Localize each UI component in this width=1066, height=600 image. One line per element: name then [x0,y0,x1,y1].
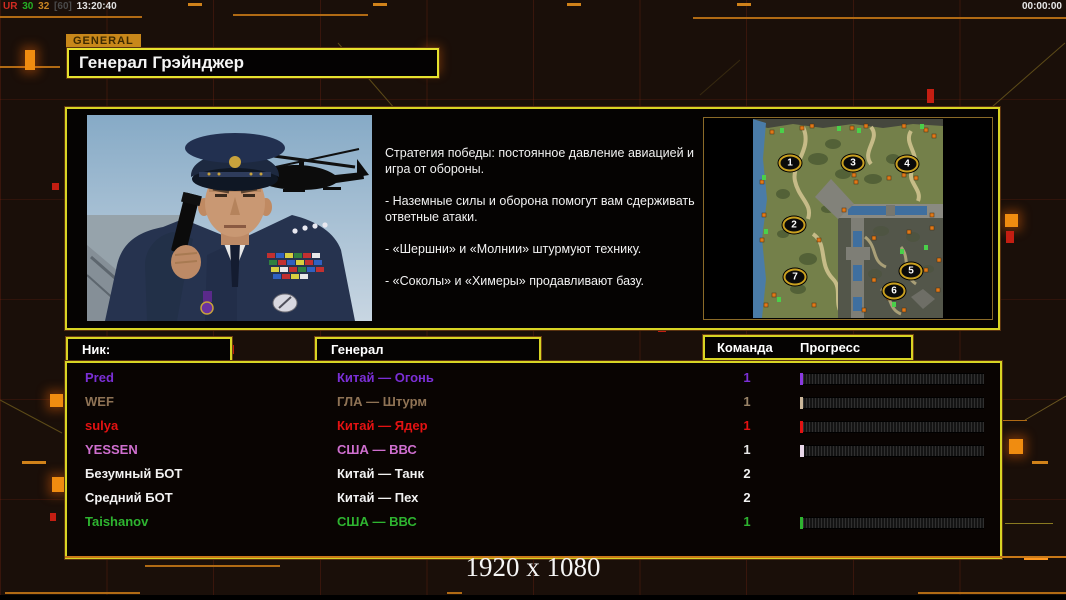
map-marker: 7 [783,268,807,286]
fps-value: 30 [22,1,34,12]
player-name: YESSEN [85,442,138,457]
progress-tick [800,397,803,409]
player-name: WEF [85,394,114,409]
table-row: Средний БОТ Китай — Пех 2 [67,486,1000,510]
bottom-strip [0,595,1066,600]
team-column-header: Команда [717,340,773,355]
medal-icon [203,291,212,302]
progress-tick [800,421,803,433]
table-row: Pred Китай — Огонь 1 [67,366,1000,390]
general-column-header: Генерал [314,336,542,363]
table-row: Taishanov США — ВВС 1 [67,510,1000,534]
map-marker: 1 [778,154,802,172]
portrait-image [87,115,372,321]
progress-tick [800,517,803,529]
general-portrait [87,115,372,321]
table-row: WEF ГЛА — Штурм 1 [67,390,1000,414]
status-bar: UR 30 32 [60] 13:20:40 [3,1,119,12]
progress-bar [800,397,984,409]
briefing-line: - Наземные силы и оборона помогут вам сд… [385,194,695,224]
table-row: sulya Китай — Ядер 1 [67,414,1000,438]
progress-bar [800,373,984,385]
player-name: Pred [85,370,114,385]
page-title: Генерал Грэйнджер [66,47,440,79]
general-tab-label: GENERAL [66,34,141,47]
ping-value: 32 [38,1,50,12]
player-team: 1 [743,394,751,409]
clock: 13:20:40 [76,1,117,12]
player-general: ГЛА — Штурм [337,394,427,409]
briefing-line: - «Соколы» и «Химеры» продавливают базу. [385,274,644,288]
player-general: Китай — Ядер [337,418,428,433]
loading-screen: UR 30 32 [60] 13:20:40 00:00:00 GENERAL … [0,0,1066,600]
table-row: Безумный БОТ Китай — Танк 2 [67,462,1000,486]
minimap: 1 2 3 4 5 6 7 [753,119,943,318]
progress-bar [800,421,984,433]
net-indicator: UR [3,1,18,12]
player-table-panel: Pred Китай — Огонь 1 WEF ГЛА — Штурм 1 s… [64,360,1003,560]
strategy-briefing: Стратегия победы: постоянное давление ав… [385,145,717,305]
briefing-line: Стратегия победы: постоянное давление ав… [385,146,695,176]
resolution-label: 1920 x 1080 [465,552,601,582]
minimap-panel: 1 2 3 4 5 6 7 [703,117,993,320]
fps-limit: [60] [54,1,72,12]
player-general: США — ВВС [337,514,417,529]
progress-bar [800,517,984,529]
player-team: 1 [743,418,751,433]
player-general: США — ВВС [337,442,417,457]
progress-tick [800,373,803,385]
progress-bar [800,445,984,457]
map-marker: 4 [895,155,919,173]
progress-column-header: Прогресс [800,340,861,355]
player-name: Taishanov [85,514,149,529]
nick-column-header: Ник: [65,336,233,363]
player-team: 2 [743,466,751,481]
briefing-line: - «Шершни» и «Молнии» штурмуют технику. [385,242,642,256]
player-general: Китай — Пех [337,490,419,505]
player-general: Китай — Огонь [337,370,434,385]
map-marker: 5 [899,262,923,280]
player-name: Средний БОТ [85,490,173,505]
player-team: 2 [743,490,751,505]
progress-tick [800,445,804,457]
general-briefing-panel: Стратегия победы: постоянное давление ав… [64,106,1001,331]
player-team: 1 [743,514,751,529]
map-marker: 3 [841,154,865,172]
player-name: Безумный БОТ [85,466,183,481]
team-progress-header: Команда Прогресс [702,334,914,361]
player-general: Китай — Танк [337,466,424,481]
player-team: 1 [743,370,751,385]
map-marker: 2 [782,216,806,234]
map-marker: 6 [882,282,906,300]
table-row: YESSEN США — ВВС 1 [67,438,1000,462]
player-name: sulya [85,418,119,433]
match-timer: 00:00:00 [1021,1,1062,12]
player-table: Pred Китай — Огонь 1 WEF ГЛА — Штурм 1 s… [67,363,1000,534]
player-team: 1 [743,442,751,457]
minimap-image [753,119,943,318]
